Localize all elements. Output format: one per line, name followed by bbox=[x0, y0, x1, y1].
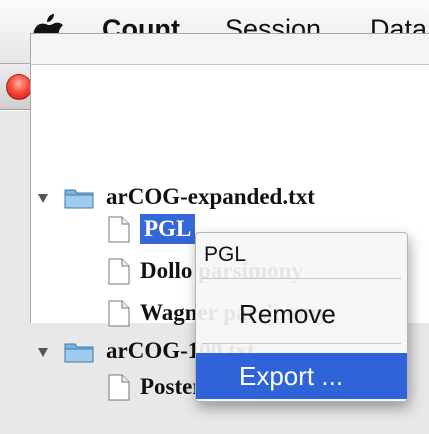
document-icon bbox=[108, 258, 130, 285]
context-menu-title: PGL bbox=[204, 243, 247, 266]
menu-item-export[interactable]: Export ... bbox=[196, 353, 407, 399]
disclosure-triangle-icon[interactable] bbox=[38, 194, 48, 203]
close-window-button[interactable] bbox=[6, 74, 32, 100]
disclosure-triangle-icon[interactable] bbox=[38, 348, 48, 357]
document-icon bbox=[108, 216, 130, 243]
tree-node-dataset[interactable]: arCOG-expanded.txt bbox=[36, 182, 426, 212]
folder-icon bbox=[64, 189, 94, 209]
tree-node-label: arCOG-expanded.txt bbox=[106, 184, 315, 209]
menu-item-remove[interactable]: Remove bbox=[196, 291, 407, 337]
document-icon bbox=[108, 374, 130, 401]
tree-node-label: PGL bbox=[140, 214, 196, 244]
menu-separator bbox=[202, 278, 401, 279]
document-icon bbox=[108, 300, 130, 327]
menu-separator bbox=[202, 343, 401, 344]
folder-icon bbox=[64, 343, 94, 363]
context-menu: PGL Remove Export ... bbox=[195, 232, 408, 402]
